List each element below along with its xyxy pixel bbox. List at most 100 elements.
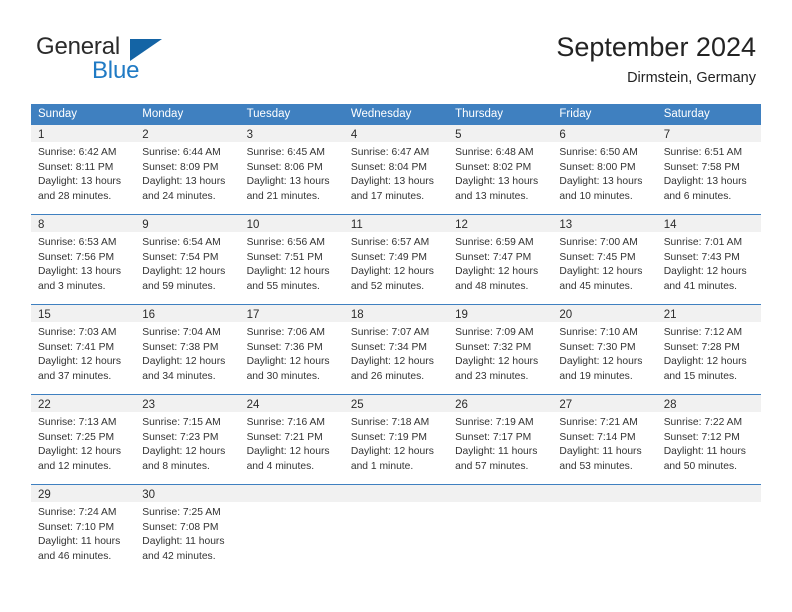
day-cell[interactable]: 16 Sunrise: 7:04 AM Sunset: 7:38 PM Dayligh… <box>135 305 240 394</box>
daylight-duration-line2: and 34 minutes. <box>142 370 216 382</box>
day-cell[interactable]: 8 Sunrise: 6:53 AM Sunset: 7:56 PM Daylight… <box>31 215 136 304</box>
daylight-duration-line2: and 59 minutes. <box>142 280 216 292</box>
day-cell[interactable]: 6 Sunrise: 6:50 AM Sunset: 8:00 PM Daylight… <box>552 125 657 214</box>
daylight-duration-line1: Daylight: 12 hours <box>350 356 434 368</box>
sunset-time: Sunset: 7:32 PM <box>455 341 532 353</box>
day-number: 5 <box>455 129 462 141</box>
day-details: Sunrise: 6:45 AM Sunset: 8:06 PM Daylight:… <box>240 142 344 204</box>
day-number-band: 6 <box>552 125 657 142</box>
day-cell[interactable]: 15 Sunrise: 7:03 AM Sunset: 7:41 PM Dayligh… <box>31 305 136 394</box>
day-cell[interactable]: 28 Sunrise: 7:22 AM Sunset: 7:12 PM Dayligh… <box>656 395 761 484</box>
day-cell[interactable]: 3 Sunrise: 6:45 AM Sunset: 8:06 PM Daylight… <box>239 125 344 214</box>
day-cell[interactable]: 2 Sunrise: 6:44 AM Sunset: 8:09 PM Daylight… <box>135 125 240 214</box>
daylight-duration-line1: Daylight: 11 hours <box>142 536 225 548</box>
day-number-band: 12 <box>448 215 553 232</box>
calendar-week-row: 8 Sunrise: 6:53 AM Sunset: 7:56 PM Daylight… <box>31 214 761 304</box>
daylight-duration-line1: Daylight: 13 hours <box>663 176 747 188</box>
sunset-time: Sunset: 8:04 PM <box>350 161 427 173</box>
day-cell[interactable]: 5 Sunrise: 6:48 AM Sunset: 8:02 PM Daylight… <box>448 125 553 214</box>
daylight-duration-line1: Daylight: 12 hours <box>38 356 121 368</box>
day-number-band: 23 <box>135 395 240 412</box>
day-cell[interactable]: 13 Sunrise: 7:00 AM Sunset: 7:45 PM Dayligh… <box>552 215 657 304</box>
day-cell[interactable]: 19 Sunrise: 7:09 AM Sunset: 7:32 PM Dayligh… <box>448 305 553 394</box>
sunrise-time: Sunrise: 7:22 AM <box>663 417 743 428</box>
day-cell[interactable]: 24 Sunrise: 7:16 AM Sunset: 7:21 PM Dayligh… <box>239 395 344 484</box>
sunrise-time: Sunrise: 6:59 AM <box>455 237 534 248</box>
day-details: Sunrise: 6:59 AM Sunset: 7:47 PM Daylight:… <box>448 232 552 294</box>
day-cell[interactable]: 18 Sunrise: 7:07 AM Sunset: 7:34 PM Dayligh… <box>343 305 449 394</box>
day-cell[interactable]: 12 Sunrise: 6:59 AM Sunset: 7:47 PM Dayligh… <box>448 215 553 304</box>
sunrise-time: Sunrise: 7:10 AM <box>559 327 638 338</box>
sunrise-time: Sunrise: 7:25 AM <box>142 507 221 518</box>
day-cell[interactable]: 1 Sunrise: 6:42 AM Sunset: 8:11 PM Daylight… <box>31 125 136 214</box>
day-number: 1 <box>38 129 45 141</box>
calendar-week-row: 15 Sunrise: 7:03 AM Sunset: 7:41 PM Dayligh… <box>31 304 761 394</box>
general-blue-logo[interactable]: General Blue <box>36 33 236 89</box>
weekday-header-sunday: Sunday <box>38 108 78 120</box>
calendar-weeks: 1 Sunrise: 6:42 AM Sunset: 8:11 PM Daylight… <box>31 125 761 574</box>
daylight-duration-line2: and 10 minutes. <box>559 190 633 202</box>
sunset-time: Sunset: 7:17 PM <box>455 431 532 443</box>
day-cell[interactable]: 27 Sunrise: 7:21 AM Sunset: 7:14 PM Dayligh… <box>552 395 657 484</box>
weekday-header-thursday: Thursday <box>455 108 504 120</box>
day-cell[interactable]: 14 Sunrise: 7:01 AM Sunset: 7:43 PM Dayligh… <box>656 215 761 304</box>
daylight-duration-line1: Daylight: 12 hours <box>142 356 226 368</box>
day-details: Sunrise: 7:22 AM Sunset: 7:12 PM Daylight:… <box>657 412 761 474</box>
page-header: General Blue September 2024 Dirmstein, G… <box>0 0 792 100</box>
day-number: 9 <box>142 219 149 231</box>
day-cell[interactable]: 7 Sunrise: 6:51 AM Sunset: 7:58 PM Daylight… <box>656 125 761 214</box>
sunrise-time: Sunrise: 7:07 AM <box>350 327 430 338</box>
page-subtitle: Dirmstein, Germany <box>627 70 756 86</box>
daylight-duration-line2: and 26 minutes. <box>350 370 425 382</box>
daylight-duration-line2: and 57 minutes. <box>455 460 529 472</box>
calendar-week-row: 29 Sunrise: 7:24 AM Sunset: 7:10 PM Dayligh… <box>31 484 761 574</box>
day-number-band: 10 <box>239 215 344 232</box>
daylight-duration-line1: Daylight: 12 hours <box>142 446 226 458</box>
day-number: 8 <box>38 219 45 231</box>
day-details: Sunrise: 7:06 AM Sunset: 7:36 PM Daylight:… <box>240 322 344 384</box>
day-cell[interactable]: 29 Sunrise: 7:24 AM Sunset: 7:10 PM Dayligh… <box>31 485 136 574</box>
day-cell[interactable]: 9 Sunrise: 6:54 AM Sunset: 7:54 PM Daylight… <box>135 215 240 304</box>
day-details: Sunrise: 6:57 AM Sunset: 7:49 PM Daylight:… <box>344 232 448 294</box>
daylight-duration-line2: and 17 minutes. <box>350 190 425 202</box>
sunset-time: Sunset: 7:14 PM <box>559 431 636 443</box>
day-number: 29 <box>38 489 51 501</box>
day-cell[interactable]: 22 Sunrise: 7:13 AM Sunset: 7:25 PM Dayligh… <box>31 395 136 484</box>
sunset-time: Sunset: 7:21 PM <box>246 431 323 443</box>
daylight-duration-line1: Daylight: 11 hours <box>663 446 746 458</box>
weekday-header-monday: Monday <box>142 108 184 120</box>
sunset-time: Sunset: 7:49 PM <box>350 251 427 263</box>
day-cell[interactable]: 10 Sunrise: 6:56 AM Sunset: 7:51 PM Dayligh… <box>239 215 344 304</box>
day-cell[interactable]: 20 Sunrise: 7:10 AM Sunset: 7:30 PM Dayligh… <box>552 305 657 394</box>
day-cell[interactable]: 23 Sunrise: 7:15 AM Sunset: 7:23 PM Dayligh… <box>135 395 240 484</box>
day-cell[interactable]: 17 Sunrise: 7:06 AM Sunset: 7:36 PM Dayligh… <box>239 305 344 394</box>
sunset-time: Sunset: 7:12 PM <box>663 431 740 443</box>
logo-text-blue: Blue <box>92 57 140 84</box>
day-cell[interactable]: 30 Sunrise: 7:25 AM Sunset: 7:08 PM Dayligh… <box>135 485 240 574</box>
sunset-time: Sunset: 7:30 PM <box>559 341 636 353</box>
day-cell-empty <box>448 485 553 574</box>
day-details: Sunrise: 7:04 AM Sunset: 7:38 PM Daylight:… <box>135 322 239 384</box>
day-cell[interactable]: 21 Sunrise: 7:12 AM Sunset: 7:28 PM Dayligh… <box>656 305 761 394</box>
calendar-week-row: 1 Sunrise: 6:42 AM Sunset: 8:11 PM Daylight… <box>31 125 761 214</box>
daylight-duration-line2: and 8 minutes. <box>142 460 210 472</box>
page-title: September 2024 <box>556 32 756 62</box>
day-cell[interactable]: 11 Sunrise: 6:57 AM Sunset: 7:49 PM Dayligh… <box>343 215 449 304</box>
day-number: 22 <box>38 399 51 411</box>
sunrise-time: Sunrise: 6:45 AM <box>246 147 325 158</box>
day-cell[interactable]: 26 Sunrise: 7:19 AM Sunset: 7:17 PM Dayligh… <box>448 395 553 484</box>
sunrise-time: Sunrise: 6:48 AM <box>455 147 534 158</box>
day-number: 27 <box>559 399 573 411</box>
day-number-band: 28 <box>656 395 761 412</box>
daylight-duration-line1: Daylight: 13 hours <box>559 176 643 188</box>
sunrise-time: Sunrise: 7:09 AM <box>455 327 534 338</box>
daylight-duration-line1: Daylight: 11 hours <box>38 536 121 548</box>
day-cell[interactable]: 25 Sunrise: 7:18 AM Sunset: 7:19 PM Dayligh… <box>343 395 449 484</box>
daylight-duration-line2: and 30 minutes. <box>246 370 320 382</box>
day-details: Sunrise: 6:48 AM Sunset: 8:02 PM Daylight:… <box>448 142 552 204</box>
day-number-band: 1 <box>31 125 136 142</box>
daylight-duration-line1: Daylight: 12 hours <box>246 356 330 368</box>
day-cell[interactable]: 4 Sunrise: 6:47 AM Sunset: 8:04 PM Daylight… <box>343 125 449 214</box>
daylight-duration-line2: and 19 minutes. <box>559 370 633 382</box>
weekday-header-row: Sunday Monday Tuesday Wednesday Thursday Frid… <box>31 104 761 125</box>
